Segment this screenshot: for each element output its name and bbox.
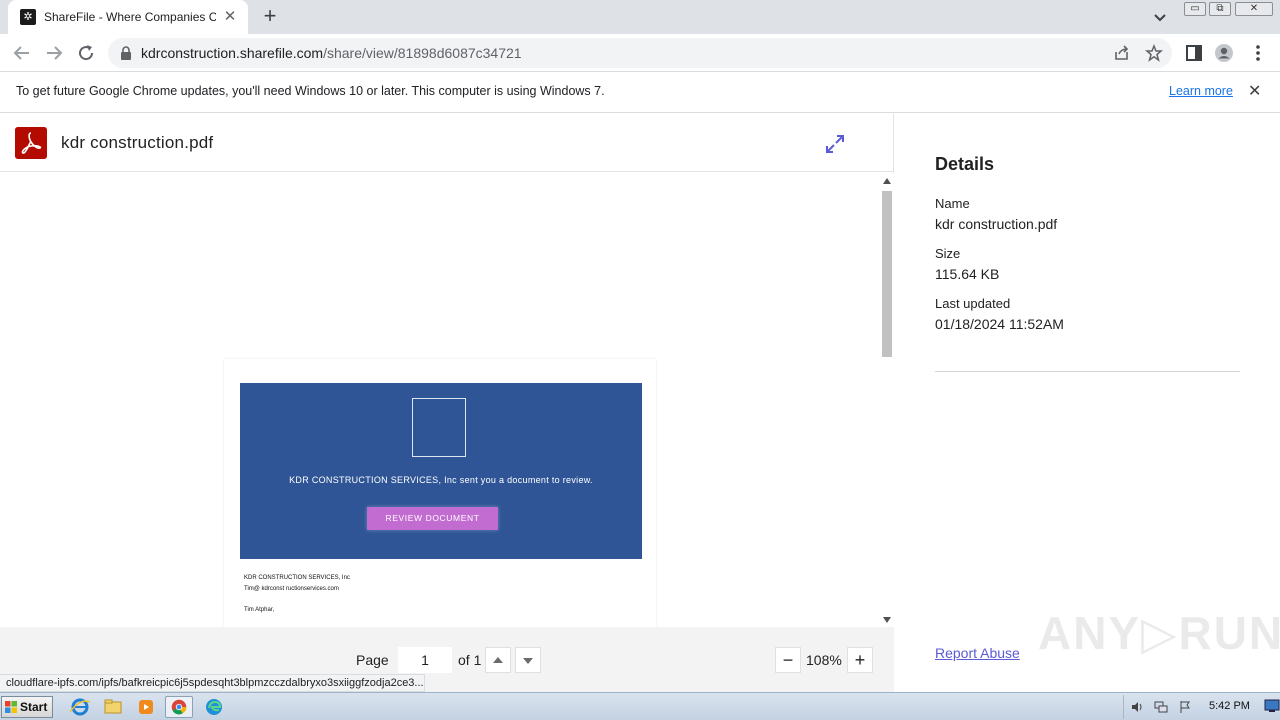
name-label: Name: [935, 196, 970, 211]
infobar-close-icon[interactable]: ✕: [1248, 84, 1261, 100]
last-updated-value: 01/18/2024 11:52AM: [935, 316, 1064, 332]
document-viewer: kdr construction.pdf KDR CONSTRUCTION SE…: [0, 114, 894, 692]
lock-icon[interactable]: [120, 46, 132, 60]
size-value: 115.64 KB: [935, 266, 1000, 282]
document-canvas[interactable]: KDR CONSTRUCTION SERVICES, Inc sent you …: [0, 173, 880, 627]
review-document-button[interactable]: REVIEW DOCUMENT: [367, 507, 498, 530]
chrome-icon[interactable]: [165, 696, 193, 718]
scroll-down-arrow-icon[interactable]: [883, 617, 891, 623]
windows-logo-icon: [5, 701, 17, 713]
report-abuse-link[interactable]: Report Abuse: [935, 645, 1020, 661]
show-desktop-icon[interactable]: [1264, 699, 1280, 713]
chrome-menu-icon[interactable]: [1248, 43, 1268, 63]
profile-avatar-icon[interactable]: [1214, 43, 1234, 63]
network-icon[interactable]: [1154, 700, 1168, 714]
page-count-label: of 1: [458, 652, 482, 668]
browser-toolbar: kdrconstruction.sharefile.com/share/view…: [0, 34, 1280, 72]
page-number-input[interactable]: [398, 647, 452, 673]
scroll-thumb[interactable]: [882, 191, 892, 357]
email-line: Tim@ kdrconst ructionservices.com: [244, 586, 339, 592]
anyrun-watermark: ANY▷RUN: [1038, 607, 1280, 659]
details-panel: Details Name kdr construction.pdf Size 1…: [895, 114, 1280, 692]
previous-page-icon: [493, 657, 503, 663]
browser-tab[interactable]: ✲ ShareFile - Where Companies Conne ✕: [8, 0, 248, 34]
zoom-out-button[interactable]: −: [775, 647, 801, 673]
pdf-page: KDR CONSTRUCTION SERVICES, Inc sent you …: [224, 359, 656, 627]
window-minimize-button[interactable]: ▭: [1184, 2, 1206, 16]
file-title: kdr construction.pdf: [61, 133, 214, 152]
bookmark-star-icon[interactable]: [1145, 44, 1163, 62]
reload-icon[interactable]: [74, 41, 98, 65]
tab-strip: ✲ ShareFile - Where Companies Conne ✕ + …: [0, 0, 1280, 34]
next-page-icon: [523, 658, 533, 664]
system-clock[interactable]: 5:42 PM: [1209, 700, 1250, 712]
edge-icon[interactable]: [200, 696, 228, 718]
pdf-file-icon: [15, 127, 47, 159]
banner-message: KDR CONSTRUCTION SERVICES, Inc sent you …: [289, 475, 593, 485]
window-close-button[interactable]: ✕: [1235, 2, 1273, 16]
start-label: Start: [20, 700, 48, 714]
media-player-icon[interactable]: [132, 696, 160, 718]
url-text: kdrconstruction.sharefile.com/share/view…: [141, 45, 522, 61]
share-icon[interactable]: [1113, 44, 1131, 62]
viewer-scrollbar[interactable]: [880, 173, 894, 627]
zoom-in-button[interactable]: +: [847, 647, 873, 673]
link-status-bubble: cloudflare-ipfs.com/ipfs/bafkreicpic6j5s…: [0, 674, 425, 692]
infobar-message: To get future Google Chrome updates, you…: [16, 84, 605, 98]
sharefile-favicon-icon: ✲: [20, 9, 36, 25]
forward-arrow-icon[interactable]: [42, 41, 66, 65]
address-bar[interactable]: kdrconstruction.sharefile.com/share/view…: [108, 38, 1172, 68]
details-title: Details: [935, 154, 995, 174]
side-panel-icon[interactable]: [1184, 43, 1204, 63]
viewer-header: kdr construction.pdf: [0, 114, 894, 172]
start-button[interactable]: Start: [1, 696, 53, 718]
name-value: kdr construction.pdf: [935, 216, 1058, 232]
page-label: Page: [356, 652, 389, 668]
zoom-level: 108%: [806, 652, 842, 668]
learn-more-link[interactable]: Learn more: [1169, 84, 1233, 98]
system-tray: 5:42 PM: [1123, 695, 1280, 719]
internet-explorer-icon[interactable]: [66, 696, 94, 718]
window-maximize-button[interactable]: ⧉: [1209, 2, 1231, 16]
windows-taskbar: Start 5:42 PM: [0, 692, 1280, 720]
scroll-up-arrow-icon[interactable]: [883, 178, 891, 184]
tab-title: ShareFile - Where Companies Conne: [44, 10, 216, 24]
expand-fullscreen-icon[interactable]: [824, 133, 846, 155]
review-banner: KDR CONSTRUCTION SERVICES, Inc sent you …: [240, 383, 642, 559]
last-updated-label: Last updated: [935, 296, 1011, 311]
file-explorer-icon[interactable]: [99, 696, 127, 718]
broken-image-placeholder: [412, 398, 466, 457]
size-label: Size: [935, 246, 961, 261]
update-infobar: To get future Google Chrome updates, you…: [0, 72, 1280, 113]
previous-page-button[interactable]: [485, 647, 511, 673]
next-page-button[interactable]: [515, 647, 541, 673]
details-divider: [935, 371, 1240, 372]
tab-search-chevron-icon[interactable]: [1150, 7, 1170, 27]
volume-icon[interactable]: [1130, 700, 1144, 714]
tab-close-icon[interactable]: ✕: [222, 9, 238, 25]
back-arrow-icon[interactable]: [10, 41, 34, 65]
greeting-line: Tim Atphar,: [244, 607, 275, 613]
new-tab-button[interactable]: +: [258, 5, 282, 29]
company-line: KDR CONSTRUCTION SERVICES, Inc: [244, 575, 350, 581]
action-center-flag-icon[interactable]: [1178, 700, 1192, 714]
